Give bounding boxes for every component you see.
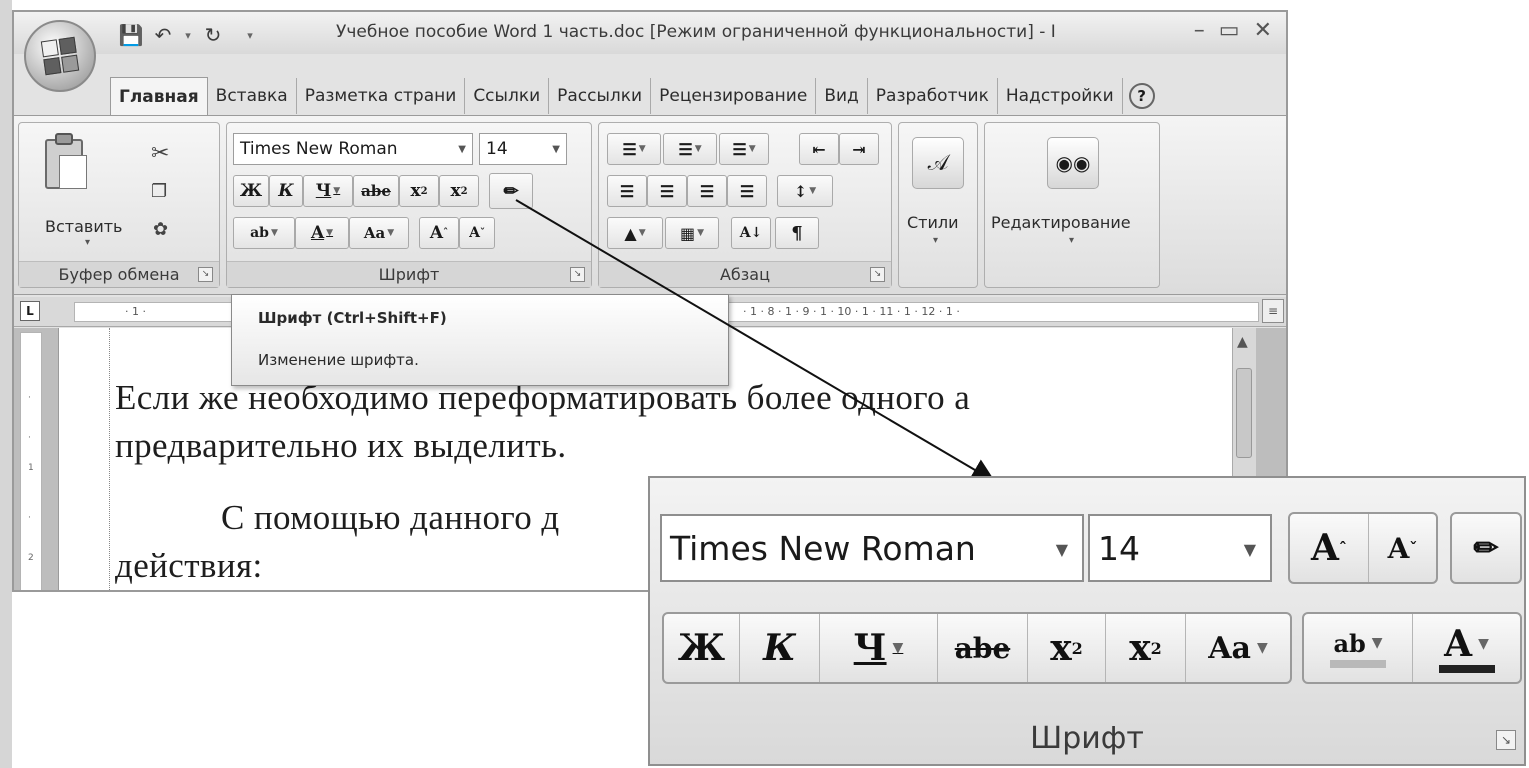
zoom-font-label-text: Шрифт (1030, 720, 1144, 756)
zoom-subscript-button[interactable]: x2 (1028, 614, 1106, 682)
zoom-font-size-dropdown-icon[interactable]: ▼ (1244, 540, 1256, 559)
zoom-subscript-label: x (1050, 627, 1072, 669)
zoom-shrink-font-label: A (1387, 531, 1410, 565)
zoom-font-color-label: A (1444, 623, 1473, 665)
zoom-shrink-font-button[interactable]: Aˇ (1369, 514, 1436, 582)
zoom-highlight-button[interactable]: ab ▼ (1304, 614, 1413, 682)
zoom-font-color-swatch (1438, 665, 1495, 673)
zoomed-font-panel: Times New Roman ▼ 14 ▼ Aˆ Aˇ ✏ Ж К Ч ▼ ab… (648, 476, 1526, 766)
zoom-font-launcher-icon[interactable]: ↘ (1496, 730, 1516, 750)
zoom-highlight-label: ab (1333, 628, 1366, 658)
zoom-subscript-digit: 2 (1071, 638, 1083, 658)
zoom-clear-formatting-group: ✏ (1450, 512, 1522, 584)
zoom-superscript-button[interactable]: x2 (1106, 614, 1186, 682)
zoom-font-group-label: Шрифт (650, 712, 1524, 764)
zoom-font-color-button[interactable]: A ▼ (1413, 614, 1520, 682)
zoom-grow-font-label: A (1310, 527, 1339, 569)
zoom-change-case-button[interactable]: Aa ▼ (1186, 614, 1290, 682)
zoom-format-buttons-group: Ж К Ч ▼ abe x2 x2 Aa ▼ (662, 612, 1292, 684)
zoom-highlight-dropdown-icon[interactable]: ▼ (1372, 635, 1383, 651)
zoom-highlight-swatch (1330, 659, 1386, 668)
zoom-change-case-label: Aa (1208, 630, 1251, 666)
zoom-grow-shrink-group: Aˆ Aˇ (1288, 512, 1438, 584)
zoom-underline-dropdown-icon[interactable]: ▼ (893, 640, 904, 656)
zoom-bold-button[interactable]: Ж (664, 614, 740, 682)
zoom-font-name-combo[interactable]: Times New Roman ▼ (660, 514, 1084, 582)
zoom-superscript-digit: 2 (1150, 638, 1162, 658)
zoom-font-size-combo[interactable]: 14 ▼ (1088, 514, 1272, 582)
zoom-font-name-dropdown-icon[interactable]: ▼ (1056, 540, 1068, 559)
zoom-font-size-value: 14 (1098, 528, 1140, 568)
zoom-italic-button[interactable]: К (740, 614, 820, 682)
zoom-strikethrough-button[interactable]: abe (938, 614, 1028, 682)
zoom-underline-label: Ч (853, 627, 887, 669)
zoom-font-color-dropdown-icon[interactable]: ▼ (1478, 636, 1489, 652)
zoom-color-buttons-group: ab ▼ A ▼ (1302, 612, 1522, 684)
zoom-superscript-label: x (1129, 627, 1151, 669)
zoom-grow-font-button[interactable]: Aˆ (1290, 514, 1369, 582)
zoom-change-case-dropdown-icon[interactable]: ▼ (1257, 640, 1268, 656)
zoom-clear-formatting-icon[interactable]: ✏ (1452, 514, 1520, 582)
zoom-font-name-value: Times New Roman (670, 528, 976, 568)
zoom-underline-button[interactable]: Ч ▼ (820, 614, 938, 682)
